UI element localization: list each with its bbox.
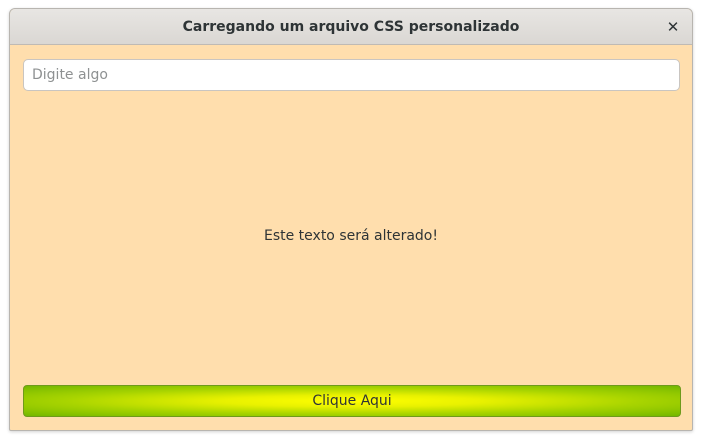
title-bar[interactable]: Carregando um arquivo CSS personalizado … [10, 9, 692, 45]
window-title: Carregando um arquivo CSS personalizado [182, 19, 520, 35]
close-icon[interactable]: ✕ [662, 16, 684, 38]
click-here-button[interactable]: Clique Aqui [23, 385, 681, 417]
text-entry[interactable] [23, 59, 680, 91]
status-label: Este texto será alterado! [263, 228, 438, 244]
app-window: Carregando um arquivo CSS personalizado … [9, 8, 693, 431]
